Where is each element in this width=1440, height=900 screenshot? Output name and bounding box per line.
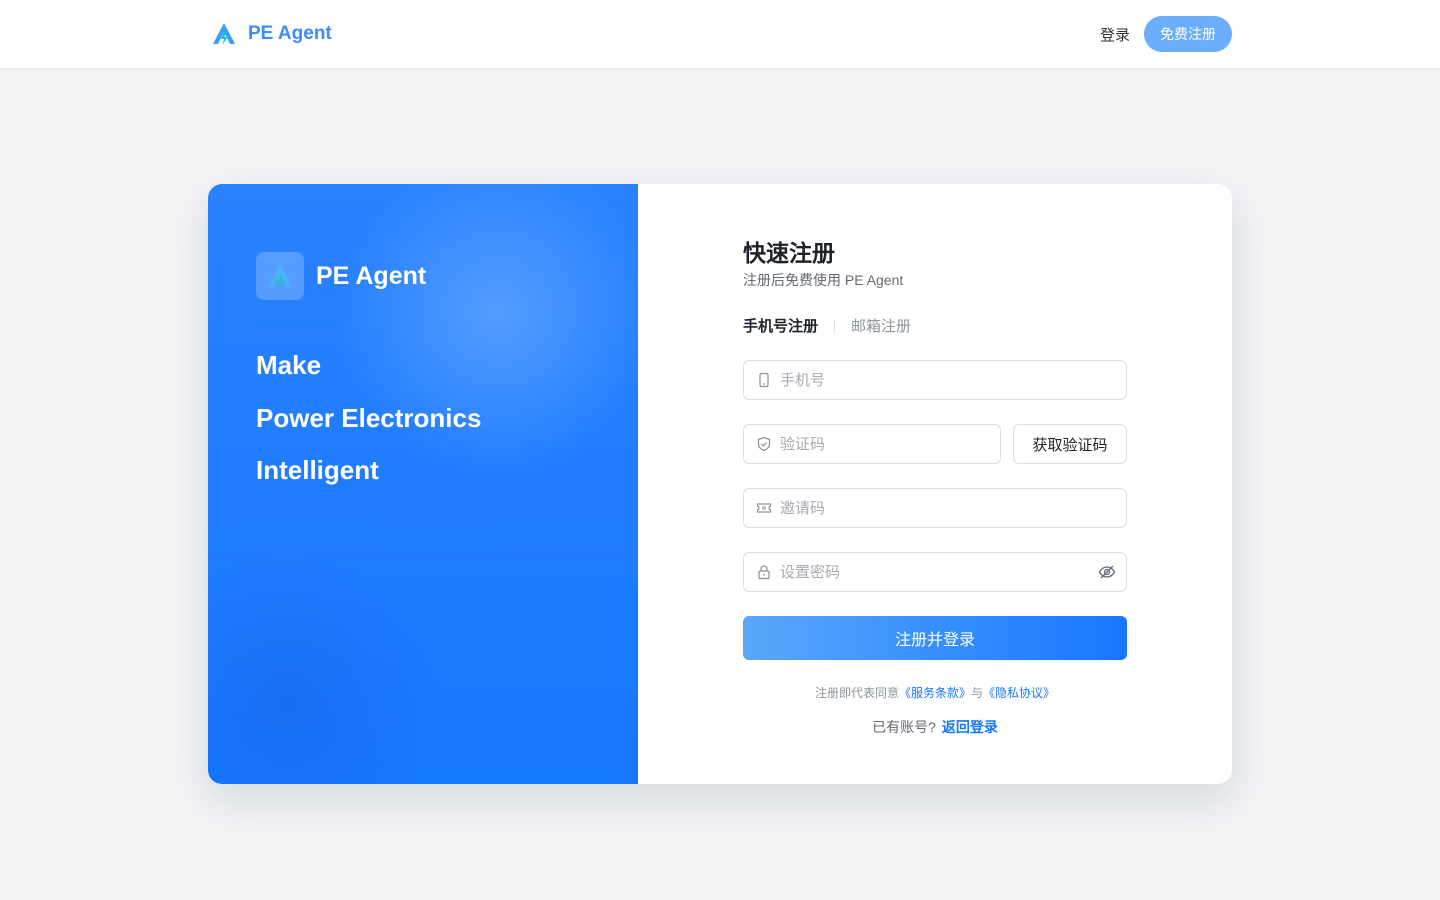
slogan-line: Make: [256, 350, 322, 380]
password-field[interactable]: [743, 552, 1127, 592]
slogan-line: Intelligent: [256, 455, 379, 485]
code-field[interactable]: [743, 424, 1001, 464]
hero-brand-name: PE Agent: [316, 262, 427, 290]
code-input[interactable]: [780, 435, 1000, 453]
phone-icon: [759, 372, 769, 388]
tab-divider: [834, 318, 836, 333]
terms-link[interactable]: 《服务条款》: [899, 686, 971, 700]
slogan-line: Power Electronics: [256, 403, 482, 433]
phone-input[interactable]: [780, 371, 1126, 389]
form-subtitle: 注册后免费使用 PE Agent: [743, 272, 904, 288]
register-tabs: 手机号注册 邮箱注册: [743, 315, 911, 336]
hero-logo: [256, 252, 304, 300]
shield-icon: [757, 436, 771, 452]
privacy-link[interactable]: 《隐私协议》: [983, 686, 1055, 700]
free-signup-button[interactable]: 免费注册: [1144, 16, 1232, 52]
form-panel: 快速注册 注册后免费使用 PE Agent 手机号注册 邮箱注册 获取验证码: [638, 184, 1232, 784]
eye-off-icon[interactable]: [1098, 563, 1116, 581]
logo-icon: [213, 23, 235, 45]
agreement-text: 注册即代表同意《服务条款》与《隐私协议》: [743, 684, 1127, 701]
has-account-text: 已有账号?: [872, 719, 936, 735]
agreement-prefix: 注册即代表同意: [814, 686, 899, 700]
register-submit-button[interactable]: 注册并登录: [743, 616, 1127, 660]
back-login-link[interactable]: 返回登录: [942, 719, 998, 735]
agreement-and: 与: [971, 686, 984, 700]
ticket-icon: [756, 503, 772, 513]
top-navbar: PE Agent 登录 免费注册: [0, 0, 1440, 68]
login-link[interactable]: 登录: [1100, 24, 1130, 45]
logo-icon: [267, 263, 293, 289]
invite-field[interactable]: [743, 488, 1127, 528]
invite-input[interactable]: [780, 499, 1126, 517]
tab-email-register[interactable]: 邮箱注册: [851, 315, 911, 336]
brand-name: PE Agent: [248, 23, 332, 44]
header-brand[interactable]: PE Agent: [210, 20, 332, 48]
form-title: 快速注册: [743, 240, 835, 266]
lock-icon: [758, 565, 770, 580]
phone-field[interactable]: [743, 360, 1127, 400]
tab-phone-register[interactable]: 手机号注册: [743, 315, 818, 336]
hero-panel: PE Agent Make Power Electronics Intellig…: [208, 184, 638, 784]
has-account-row: 已有账号? 返回登录: [743, 717, 1127, 737]
register-card: PE Agent Make Power Electronics Intellig…: [208, 184, 1232, 784]
get-code-button[interactable]: 获取验证码: [1013, 424, 1127, 464]
password-input[interactable]: [780, 563, 1098, 581]
